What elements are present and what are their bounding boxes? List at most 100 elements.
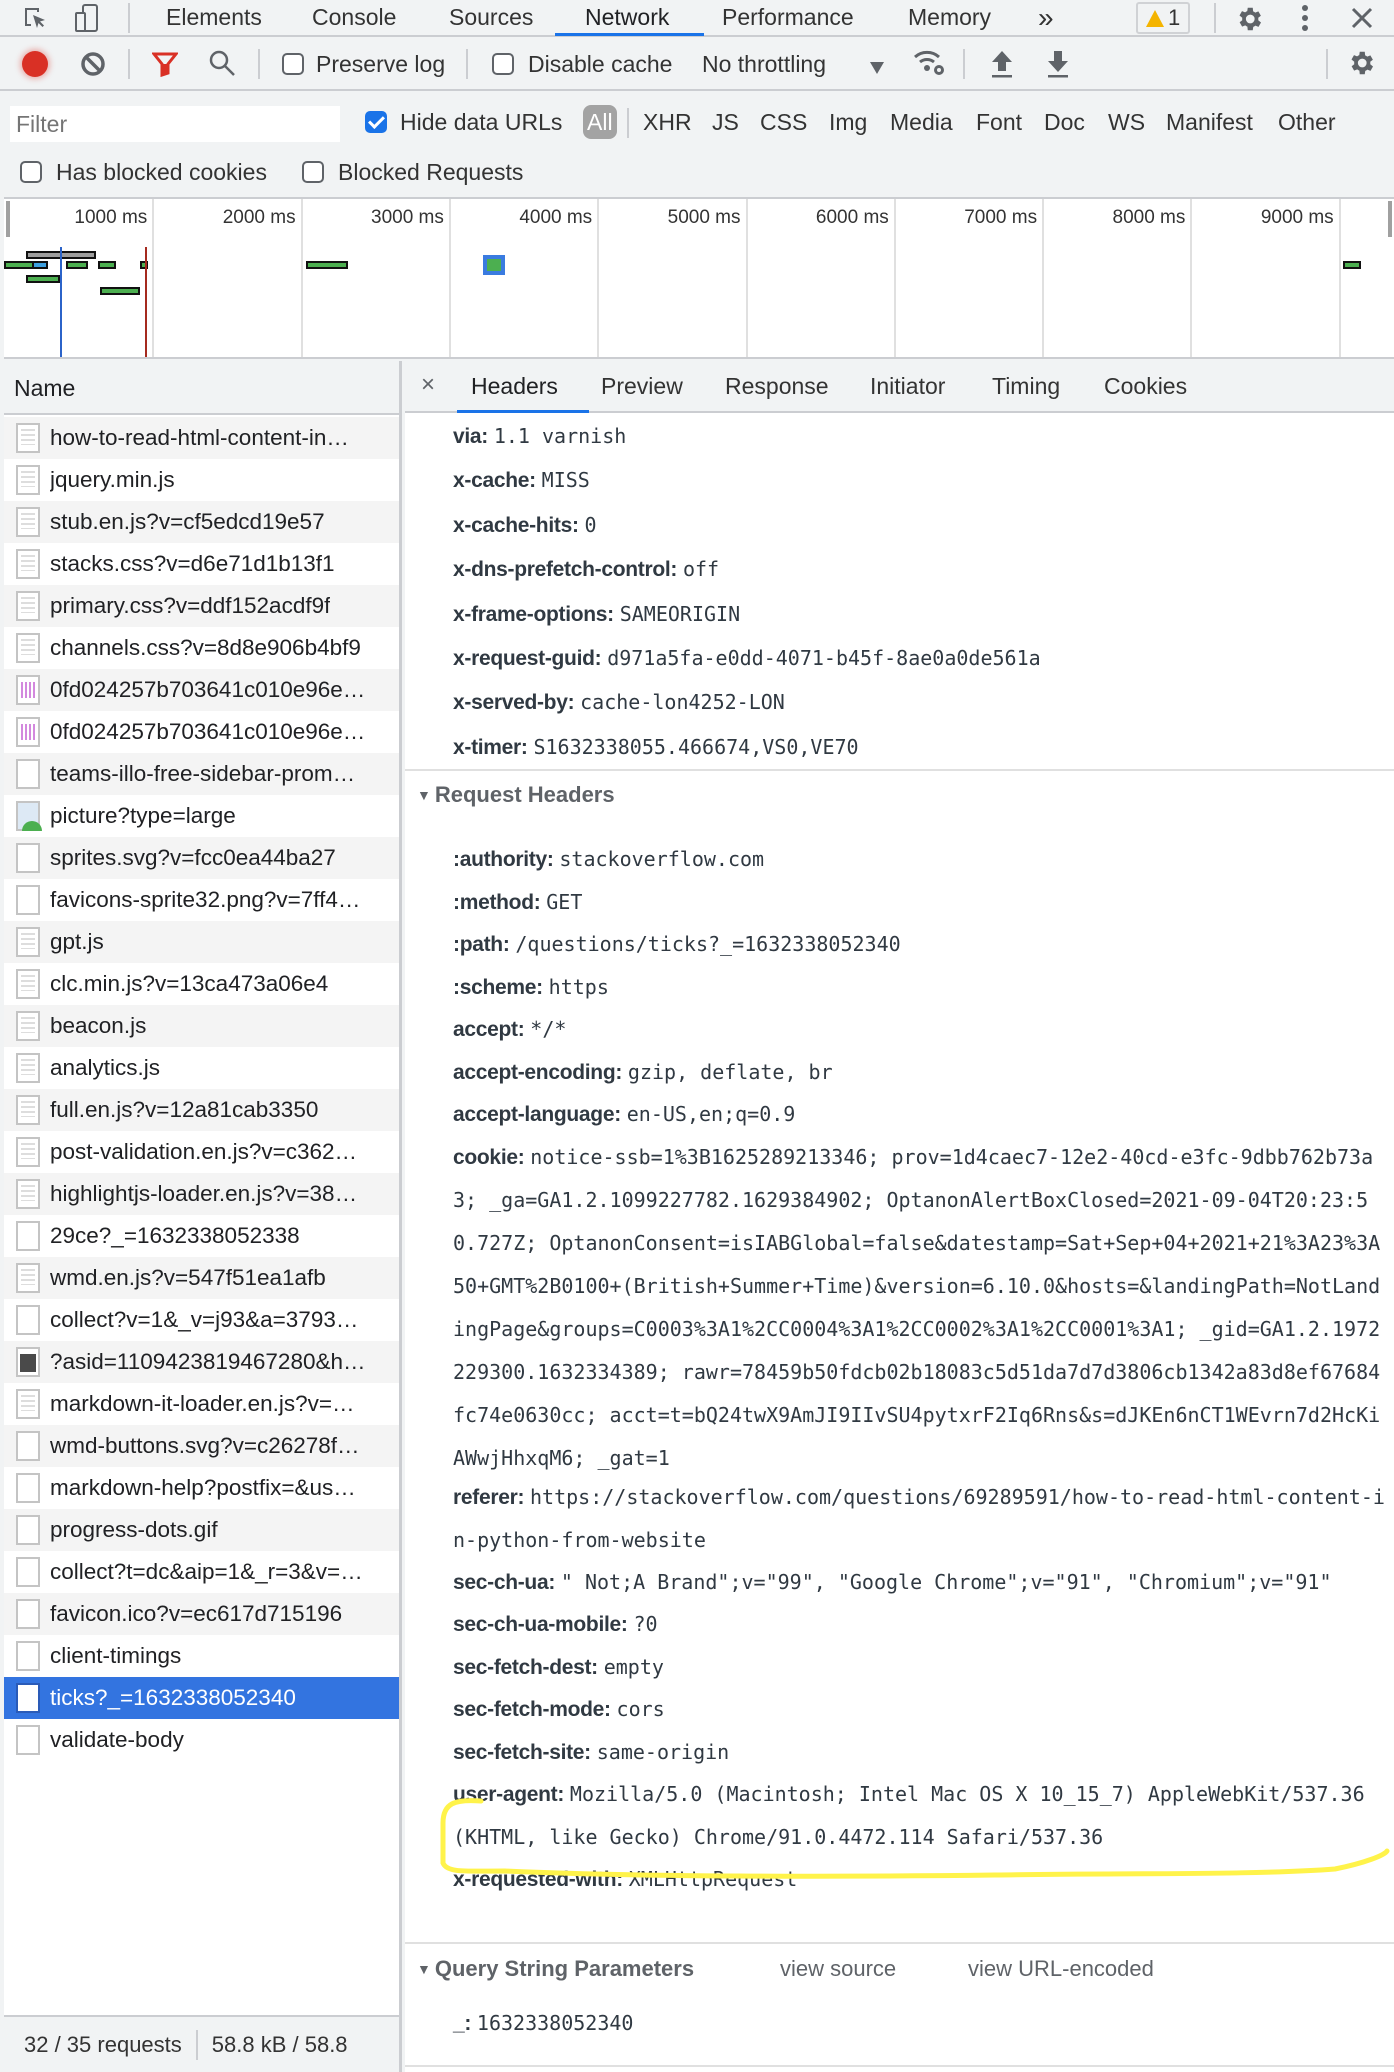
filter-type-manifest[interactable]: Manifest	[1166, 105, 1253, 139]
header-value[interactable]: cache-lon4252-LON	[580, 690, 785, 714]
header-value[interactable]: 1.1 varnish	[494, 424, 626, 448]
request-row[interactable]: post-validation.en.js?v=c362…	[4, 1131, 399, 1173]
inspect-element-icon[interactable]	[22, 5, 48, 31]
tab-cookies[interactable]: Cookies	[1104, 361, 1187, 411]
request-row[interactable]: ?asid=1109423819467280&h…	[4, 1341, 399, 1383]
header-value[interactable]: cors	[617, 1697, 665, 1721]
request-row[interactable]: beacon.js	[4, 1005, 399, 1047]
request-row-selected[interactable]: ticks?_=1632338052340	[4, 1677, 399, 1719]
tab-response[interactable]: Response	[725, 361, 829, 411]
request-row[interactable]: favicon.ico?v=ec617d715196	[4, 1593, 399, 1635]
header-value[interactable]: ?0	[633, 1612, 657, 1636]
header-value[interactable]: */*	[530, 1017, 566, 1041]
timeline-scroll-handle[interactable]	[6, 201, 10, 237]
request-row[interactable]: 29ce?_=1632338052338	[4, 1215, 399, 1257]
import-har-icon[interactable]	[990, 49, 1014, 85]
request-row[interactable]: full.en.js?v=12a81cab3350	[4, 1089, 399, 1131]
name-column-header[interactable]: Name	[4, 361, 399, 415]
request-row[interactable]: collect?t=dc&aip=1&_r=3&v=…	[4, 1551, 399, 1593]
request-row[interactable]: jquery.min.js	[4, 459, 399, 501]
disable-cache-label[interactable]: Disable cache	[528, 49, 672, 79]
request-row[interactable]: markdown-it-loader.en.js?v=…	[4, 1383, 399, 1425]
header-value[interactable]: d971a5fa-e0dd-4071-b45f-8ae0a0de561a	[607, 646, 1040, 670]
request-row[interactable]: stub.en.js?v=cf5edcd19e57	[4, 501, 399, 543]
more-tabs-icon[interactable]: »	[1036, 0, 1056, 35]
request-row[interactable]: primary.css?v=ddf152acdf9f	[4, 585, 399, 627]
request-row[interactable]: stacks.css?v=d6e71d1b13f1	[4, 543, 399, 585]
search-icon[interactable]	[208, 49, 236, 83]
filter-input[interactable]	[10, 106, 340, 142]
request-row[interactable]: gpt.js	[4, 921, 399, 963]
filter-type-media[interactable]: Media	[890, 105, 953, 139]
request-row[interactable]: teams-illo-free-sidebar-prom…	[4, 753, 399, 795]
network-conditions-icon[interactable]	[912, 47, 946, 83]
header-value[interactable]: gzip, deflate, br	[628, 1060, 833, 1084]
header-value[interactable]: 0	[584, 513, 596, 537]
request-row[interactable]: wmd.en.js?v=547f51ea1afb	[4, 1257, 399, 1299]
request-row[interactable]: highlightjs-loader.en.js?v=38…	[4, 1173, 399, 1215]
request-row[interactable]: progress-dots.gif	[4, 1509, 399, 1551]
header-value[interactable]: en-US,en;q=0.9	[627, 1102, 796, 1126]
request-row[interactable]: markdown-help?postfix=&us…	[4, 1467, 399, 1509]
header-value[interactable]: MISS	[542, 468, 590, 492]
device-toolbar-icon[interactable]	[74, 4, 100, 32]
tab-memory[interactable]: Memory	[906, 0, 993, 35]
request-row[interactable]: how-to-read-html-content-in…	[4, 417, 399, 459]
disable-cache-checkbox[interactable]	[492, 53, 514, 75]
request-row[interactable]: sprites.svg?v=fcc0ea44ba27	[4, 837, 399, 879]
hide-data-urls-label[interactable]: Hide data URLs	[400, 107, 562, 137]
tab-console[interactable]: Console	[310, 0, 398, 35]
view-url-encoded-link[interactable]: view URL-encoded	[968, 1949, 1154, 1989]
header-value[interactable]: /questions/ticks?_=1632338052340	[515, 932, 900, 956]
request-headers-toggle[interactable]: ▼ Request Headers	[417, 775, 615, 815]
tab-initiator[interactable]: Initiator	[870, 361, 945, 411]
tab-performance[interactable]: Performance	[720, 0, 856, 35]
has-blocked-cookies-checkbox[interactable]	[20, 161, 42, 183]
clear-icon[interactable]	[80, 51, 106, 83]
header-value[interactable]: notice-ssb=1%3B1625289213346; prov=1d4ca…	[453, 1145, 1380, 1470]
filter-type-img[interactable]: Img	[829, 105, 867, 139]
network-settings-gear-icon[interactable]	[1346, 48, 1376, 84]
tab-sources[interactable]: Sources	[447, 0, 535, 35]
kebab-menu-icon[interactable]	[1300, 3, 1310, 33]
blocked-requests-checkbox[interactable]	[302, 161, 324, 183]
header-value[interactable]: same-origin	[597, 1740, 729, 1764]
tab-elements[interactable]: Elements	[164, 0, 264, 35]
filter-type-font[interactable]: Font	[976, 105, 1022, 139]
request-row[interactable]: wmd-buttons.svg?v=c26278f…	[4, 1425, 399, 1467]
filter-funnel-icon[interactable]	[150, 51, 180, 83]
header-value[interactable]: off	[683, 557, 719, 581]
header-value[interactable]: https	[549, 975, 609, 999]
tab-headers[interactable]: Headers	[471, 361, 558, 411]
header-value[interactable]: " Not;A Brand";v="99", "Google Chrome";v…	[561, 1570, 1332, 1594]
request-row[interactable]: favicons-sprite32.png?v=7ff4…	[4, 879, 399, 921]
blocked-requests-label[interactable]: Blocked Requests	[338, 157, 523, 187]
header-value[interactable]: GET	[546, 890, 582, 914]
request-row[interactable]: client-timings	[4, 1635, 399, 1677]
header-value[interactable]: SAMEORIGIN	[620, 602, 740, 626]
close-icon[interactable]	[1350, 6, 1374, 36]
preserve-log-label[interactable]: Preserve log	[316, 49, 445, 79]
tab-timing[interactable]: Timing	[992, 361, 1060, 411]
header-value[interactable]: S1632338055.466674,VS0,VE70	[533, 735, 858, 759]
tab-preview[interactable]: Preview	[601, 361, 683, 411]
view-source-link[interactable]: view source	[780, 1949, 896, 1989]
request-row[interactable]: analytics.js	[4, 1047, 399, 1089]
timeline-scroll-handle[interactable]	[1388, 201, 1392, 237]
request-row[interactable]: 0fd024257b703641c010e96e…	[4, 669, 399, 711]
tab-network[interactable]: Network	[583, 0, 671, 35]
header-value[interactable]: empty	[604, 1655, 664, 1679]
throttling-select[interactable]: No throttling	[702, 49, 826, 79]
filter-type-css[interactable]: CSS	[760, 105, 807, 139]
header-value[interactable]: XMLHttpRequest	[629, 1867, 798, 1891]
filter-type-doc[interactable]: Doc	[1044, 105, 1085, 139]
gear-icon[interactable]	[1234, 4, 1264, 40]
request-row[interactable]: 0fd024257b703641c010e96e…	[4, 711, 399, 753]
record-button[interactable]	[22, 51, 48, 77]
filter-type-js[interactable]: JS	[712, 105, 739, 139]
preserve-log-checkbox[interactable]	[282, 53, 304, 75]
filter-type-ws[interactable]: WS	[1108, 105, 1145, 139]
request-row[interactable]: collect?v=1&_v=j93&a=3793…	[4, 1299, 399, 1341]
header-value[interactable]: Mozilla/5.0 (Macintosh; Intel Mac OS X 1…	[453, 1782, 1365, 1849]
header-value[interactable]: https://stackoverflow.com/questions/6928…	[453, 1485, 1385, 1552]
